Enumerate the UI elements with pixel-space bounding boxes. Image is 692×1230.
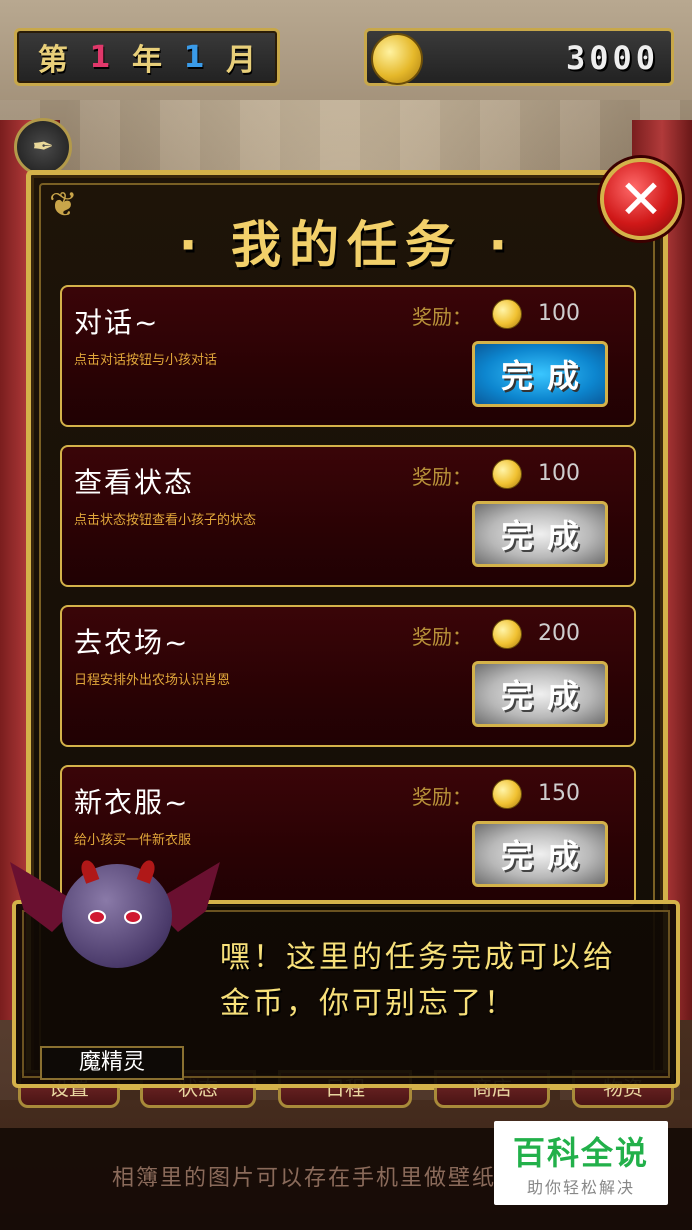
complete-button[interactable]: 完成 [472,821,608,887]
reward-amount: 200 [538,621,580,646]
speaker-name: 魔精灵 [40,1046,184,1080]
coin-amount: 3000 [565,39,659,77]
coin-icon [492,299,522,329]
watermark-logo: 百科全说 助你轻松解决 [494,1121,668,1205]
reward-label: 奖励： [412,625,472,649]
task-card: 查看状态 点击状态按钮查看小孩子的状态 奖励： 100 完成 [60,445,636,587]
watermark-subtitle: 助你轻松解决 [526,1178,635,1197]
panel-title: · 我的任务 · [178,216,516,274]
coin-icon [371,33,423,85]
coin-counter: 3000 [364,28,674,86]
task-description: 点击状态按钮查看小孩子的状态 [74,513,257,528]
complete-button[interactable]: 完成 [472,501,608,567]
devil-body [62,864,172,968]
reward-label: 奖励： [412,305,472,329]
reward-label: 奖励： [412,465,472,489]
complete-button[interactable]: 完成 [472,341,608,407]
task-card: 去农场~ 日程安排外出农场认识肖恩 奖励： 200 完成 [60,605,636,747]
close-icon: ✕ [618,167,664,231]
devil-avatar [10,842,220,1002]
dialogue-line-1: 嘿！这里的任务完成可以给 [220,940,616,975]
reward-amount: 100 [538,461,580,486]
task-description: 日程安排外出农场认识肖恩 [74,673,231,688]
watermark-title: 百科全说 [512,1134,649,1172]
tip-text: 相簿里的图片可以存在手机里做壁纸 [112,1166,497,1191]
task-card: 对话~ 点击对话按钮与小孩对话 奖励： 100 完成 [60,285,636,427]
date-month-unit: 月 [226,43,257,78]
date-year: 1 [89,39,111,75]
task-description: 点击对话按钮与小孩对话 [74,353,218,368]
date-prefix: 第 [37,43,68,78]
reward-amount: 150 [538,781,580,806]
date-display: 第 1 年 1 月 [14,28,280,86]
reward-amount: 100 [538,301,580,326]
task-name: 查看状态 [74,466,195,499]
coin-icon [492,779,522,809]
feather-icon[interactable]: ✒ [14,118,72,176]
game-screen: 第 1 年 1 月 3000 ✒ ❦ · 我的任务 · ✕ 对话~ 点击对话按钮… [0,0,692,1230]
dialogue-line-2: 金币，你可别忘了！ [220,986,517,1021]
task-name: 对话~ [74,306,160,339]
coin-icon [492,459,522,489]
date-month: 1 [183,39,205,75]
close-button[interactable]: ✕ [600,158,682,240]
task-name: 去农场~ [74,626,190,659]
complete-button[interactable]: 完成 [472,661,608,727]
coin-icon [492,619,522,649]
reward-label: 奖励： [412,785,472,809]
task-name: 新衣服~ [74,786,190,819]
date-year-unit: 年 [131,43,162,78]
eye-icon [124,910,142,924]
eye-icon [88,910,106,924]
